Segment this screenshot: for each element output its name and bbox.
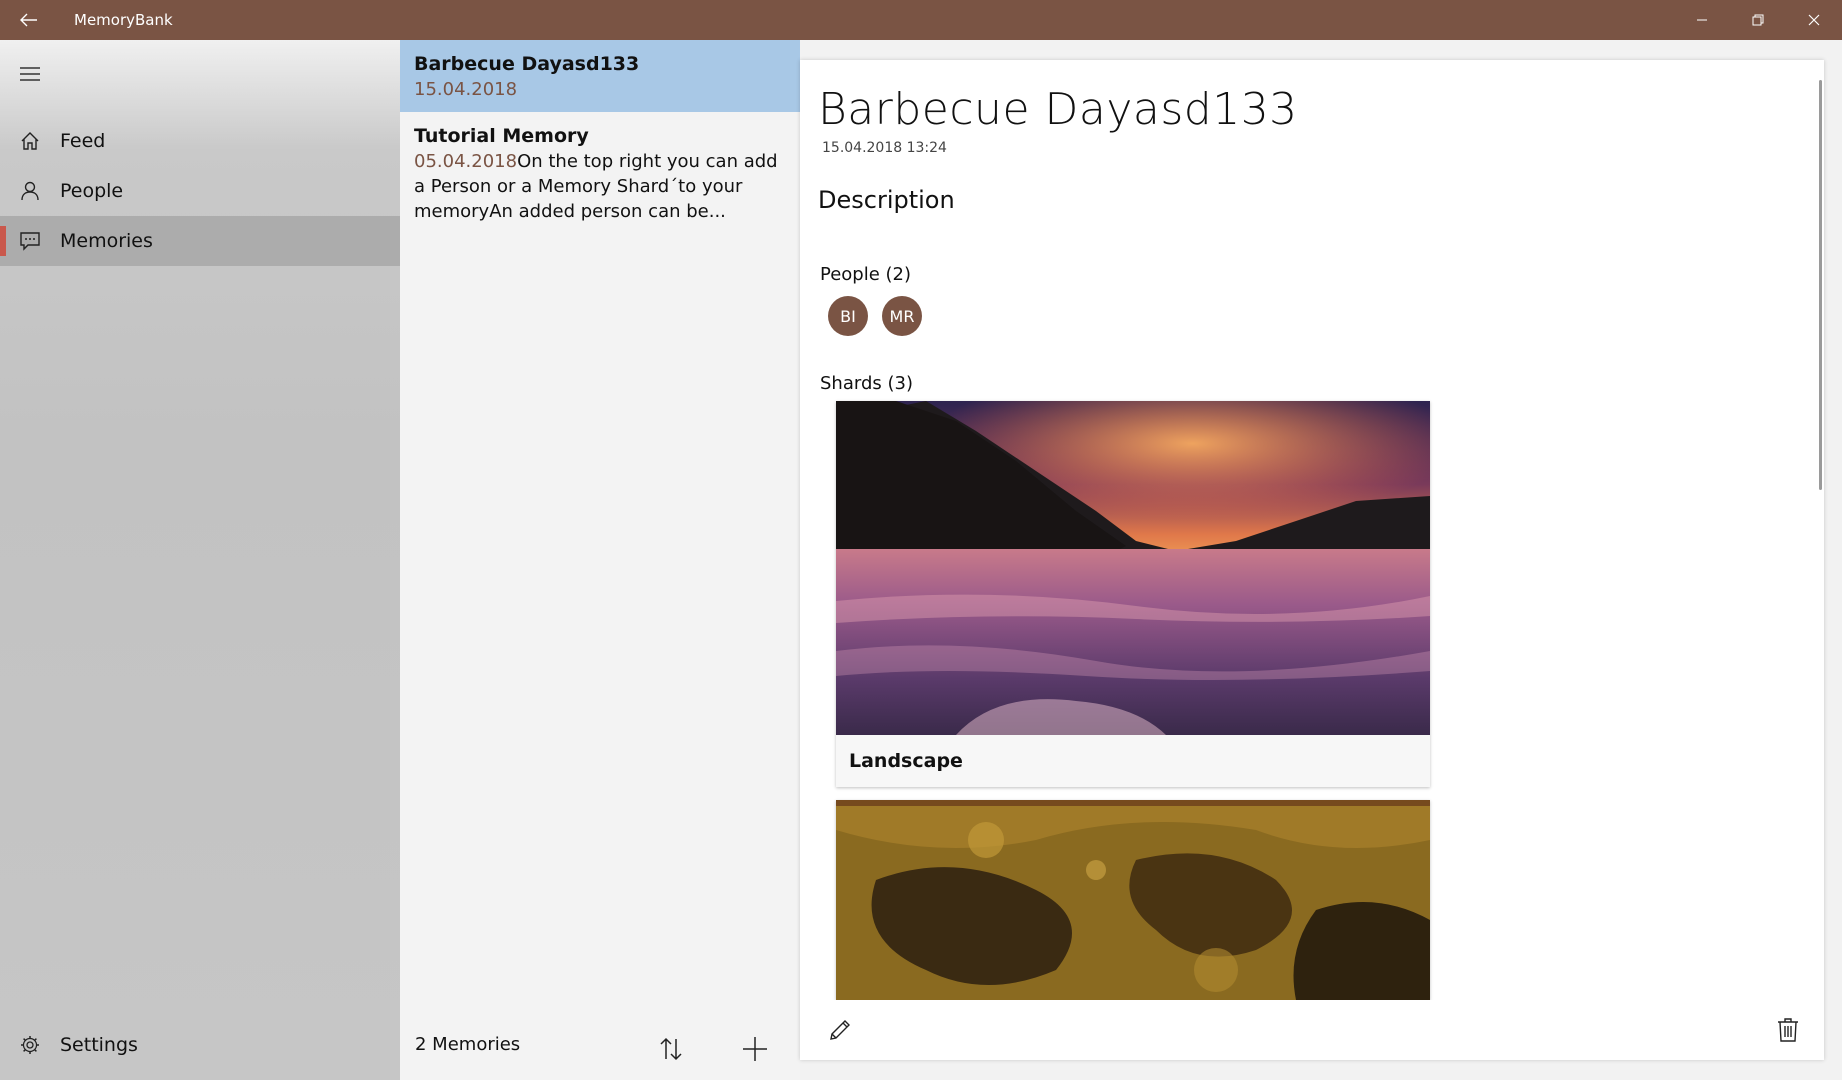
hamburger-menu-button[interactable]	[14, 58, 46, 90]
memory-date: 15.04.2018	[414, 79, 518, 100]
list-item[interactable]: Barbecue Dayasd133 15.04.2018	[400, 40, 800, 112]
nav-item-label: People	[60, 180, 124, 202]
trash-icon	[1778, 1018, 1798, 1042]
delete-button[interactable]	[1766, 1008, 1810, 1052]
minimize-button[interactable]	[1674, 0, 1730, 40]
avatar[interactable]: BI	[828, 296, 868, 336]
vertical-scrollbar[interactable]	[1819, 80, 1822, 490]
restore-icon	[1752, 14, 1764, 26]
rusty-texture-photo	[836, 800, 1430, 1000]
plus-icon	[743, 1037, 767, 1061]
minimize-icon	[1697, 19, 1707, 21]
gear-icon	[0, 1020, 60, 1070]
back-arrow-icon	[20, 13, 37, 27]
memory-list-pane: Barbecue Dayasd133 15.04.2018 Tutorial M…	[400, 40, 800, 1080]
sort-button[interactable]	[648, 1026, 694, 1072]
sunset-river-photo	[836, 401, 1430, 735]
people-heading: People (2)	[820, 264, 912, 285]
detail-title: Barbecue Dayasd133	[818, 84, 1298, 135]
memory-detail-pane: Barbecue Dayasd133 15.04.2018 13:24 Desc…	[800, 60, 1824, 1060]
memory-date: 05.04.2018	[414, 151, 518, 172]
title-bar: MemoryBank	[0, 0, 1842, 40]
detail-date: 15.04.2018 13:24	[822, 140, 947, 156]
selection-indicator	[0, 226, 6, 256]
restore-button[interactable]	[1730, 0, 1786, 40]
avatar[interactable]: MR	[882, 296, 922, 336]
shard-caption: Landscape	[836, 735, 1430, 787]
memory-title: Tutorial Memory	[414, 125, 589, 147]
app-title: MemoryBank	[74, 11, 173, 29]
detail-command-bar	[800, 1000, 1824, 1060]
person-icon	[0, 166, 60, 216]
description-heading: Description	[818, 186, 955, 214]
pencil-icon	[830, 1020, 850, 1040]
sort-icon	[660, 1037, 682, 1061]
nav-item-settings[interactable]: Settings	[0, 1020, 400, 1070]
nav-item-feed[interactable]: Feed	[0, 116, 400, 166]
nav-item-people[interactable]: People	[0, 166, 400, 216]
shards-heading: Shards (3)	[820, 373, 913, 394]
back-button[interactable]	[0, 0, 58, 40]
nav-item-label: Settings	[60, 1034, 138, 1056]
close-button[interactable]	[1786, 0, 1842, 40]
memory-title: Barbecue Dayasd133	[414, 53, 640, 75]
nav-item-memories[interactable]: Memories	[0, 216, 400, 266]
hamburger-icon	[20, 67, 40, 81]
list-item[interactable]: Tutorial Memory 05.04.2018On the top rig…	[400, 112, 800, 236]
navigation-pane: Feed People Memories Settings	[0, 40, 400, 1080]
nav-item-label: Memories	[60, 230, 153, 252]
list-footer: 2 Memories	[400, 1018, 800, 1080]
shard-card[interactable]: Landscape	[836, 401, 1430, 787]
memory-preview: 05.04.2018On the top right you can add a…	[414, 149, 786, 224]
home-icon	[0, 116, 60, 166]
memory-count: 2 Memories	[415, 1034, 521, 1055]
add-memory-button[interactable]	[732, 1026, 778, 1072]
chat-icon	[0, 216, 60, 266]
nav-item-label: Feed	[60, 130, 106, 152]
edit-button[interactable]	[818, 1008, 862, 1052]
people-avatars: BI MR	[828, 296, 922, 336]
close-icon	[1808, 14, 1820, 26]
shard-card[interactable]	[836, 800, 1430, 1000]
